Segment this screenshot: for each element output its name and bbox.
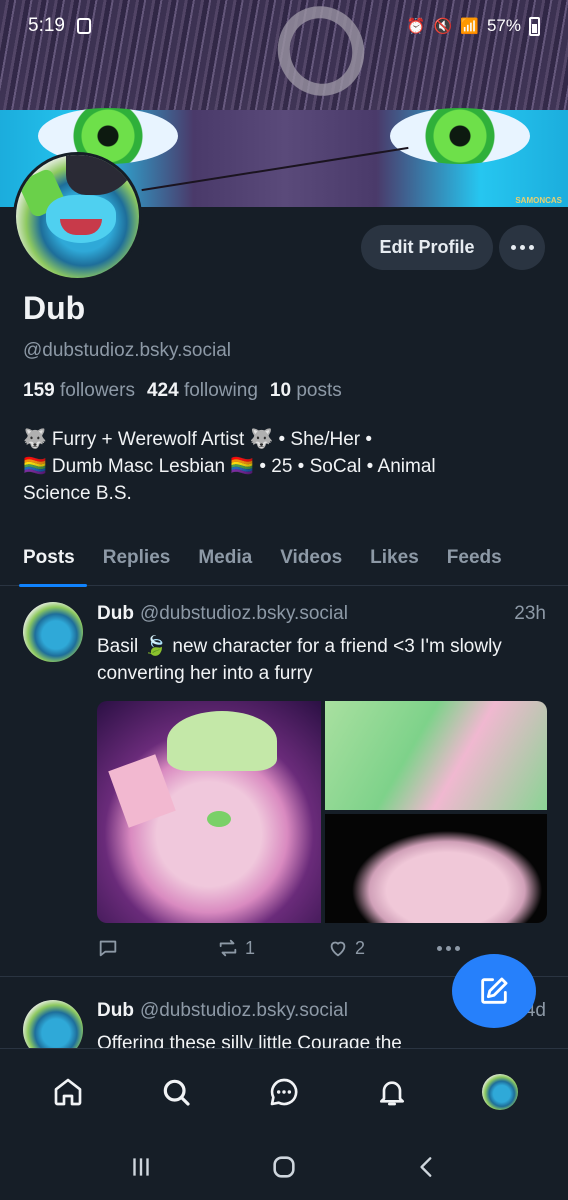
following-link[interactable]: 424 following: [147, 380, 258, 402]
post-media-grid: [97, 701, 547, 923]
post-handle: @dubstudioz.bsky.social: [139, 603, 348, 624]
tab-posts[interactable]: Posts: [0, 530, 89, 587]
followers-count: 159: [23, 380, 55, 401]
bio-line: 🏳️‍🌈 Dumb Masc Lesbian 🏳️‍🌈 • 25 • SoCal…: [23, 456, 436, 477]
post-header: Dub @dubstudioz.bsky.social 23h: [97, 603, 546, 625]
nav-chat[interactable]: [254, 1062, 314, 1122]
post-avatar[interactable]: [23, 1000, 83, 1048]
more-dot: [455, 945, 460, 951]
signal-icon: 📶: [460, 18, 479, 35]
profile-handle: @dubstudioz.bsky.social: [23, 340, 231, 361]
nav-notifications[interactable]: [362, 1062, 422, 1122]
post-more-button[interactable]: [437, 945, 460, 951]
nav-search[interactable]: [146, 1062, 206, 1122]
repost-icon: [219, 939, 237, 957]
profile-bio: 🐺 Furry + Werewolf Artist 🐺 • She/Her • …: [23, 426, 543, 507]
post-text: Basil 🍃 new character for a friend <3 I'…: [97, 636, 502, 684]
post-timestamp: 23h: [514, 603, 546, 624]
bell-icon: [380, 1080, 404, 1105]
feed-post[interactable]: Dub @dubstudioz.bsky.social 23h Basil 🍃 …: [0, 587, 568, 977]
repost-button[interactable]: 1: [217, 937, 327, 959]
back-icon[interactable]: [414, 1154, 440, 1180]
system-navigation: [0, 1134, 568, 1200]
home-icon: [54, 1078, 82, 1105]
post-actions: 1 2: [97, 937, 477, 959]
posts-stat: 10 posts: [270, 380, 342, 402]
profile-name: Dub: [23, 290, 86, 326]
post-author[interactable]: Dub: [97, 603, 134, 625]
post-image-2[interactable]: [325, 701, 547, 810]
followers-link[interactable]: 159 followers: [23, 380, 135, 402]
battery-percent: 57%: [486, 16, 521, 35]
tab-likes[interactable]: Likes: [356, 530, 433, 586]
posts-count: 10: [269, 380, 292, 401]
more-options-button[interactable]: [499, 225, 545, 270]
more-dot: [437, 945, 442, 951]
followers-label: followers: [59, 380, 135, 401]
following-label: following: [183, 380, 258, 401]
post-image-1[interactable]: [97, 701, 321, 923]
post-media-column: [325, 701, 547, 923]
image-hair: [167, 711, 277, 771]
repost-count: 1: [245, 937, 256, 958]
avatar: [482, 1073, 518, 1110]
more-dot: [446, 945, 451, 951]
tab-replies[interactable]: Replies: [89, 530, 185, 586]
banner-eye-right: [390, 108, 530, 164]
image-eye: [207, 811, 231, 827]
tab-media[interactable]: Media: [184, 530, 266, 586]
following-count: 424: [146, 380, 179, 401]
post-text: Offering these silly little Courage the: [97, 1033, 402, 1048]
post-avatar[interactable]: [23, 602, 83, 662]
profile-avatar[interactable]: [13, 152, 142, 281]
post-author[interactable]: Dub: [97, 1000, 134, 1022]
alarm-icon: ⏰: [406, 18, 426, 35]
heart-icon: [330, 941, 346, 957]
more-dot: [510, 245, 516, 250]
nav-home[interactable]: [38, 1062, 98, 1122]
compose-button[interactable]: [452, 954, 536, 1028]
posts-label: posts: [296, 380, 342, 401]
lock-icon: [76, 18, 91, 34]
search-icon: [163, 1079, 190, 1106]
bio-line: 🐺 Furry + Werewolf Artist 🐺 • She/Her •: [23, 429, 373, 450]
battery-icon: [529, 16, 540, 36]
pencil-square-icon: [481, 977, 508, 1004]
reply-icon: [99, 940, 117, 957]
status-right: ⏰ 🔇 📶 57%: [407, 16, 540, 36]
status-time: 5:19: [28, 15, 65, 36]
profile-stats: 159 followers 424 following 10 posts: [23, 380, 342, 402]
recents-icon[interactable]: [128, 1154, 154, 1180]
nav-profile[interactable]: [470, 1062, 530, 1122]
status-bar: 5:19 ⏰ 🔇 📶 57%: [0, 0, 568, 52]
bottom-navigation: [0, 1048, 568, 1134]
reply-button[interactable]: [97, 937, 217, 959]
bio-line: Science B.S.: [23, 483, 132, 504]
avatar-hair: [66, 155, 136, 195]
like-button[interactable]: 2: [327, 937, 437, 959]
tab-feeds[interactable]: Feeds: [433, 530, 516, 586]
tab-videos[interactable]: Videos: [266, 530, 356, 586]
more-dot: [528, 245, 534, 250]
image-ear: [108, 754, 176, 828]
mute-icon: 🔇: [433, 18, 453, 35]
home-button-icon[interactable]: [270, 1153, 298, 1181]
post-image-3[interactable]: [325, 814, 547, 923]
profile-tabs: Posts Replies Media Videos Likes Feeds: [0, 530, 568, 587]
chat-icon: [270, 1078, 298, 1105]
more-dot: [519, 245, 525, 250]
avatar-image: [16, 155, 139, 278]
like-count: 2: [355, 937, 366, 958]
banner-signature: SAMONCAS: [515, 196, 562, 205]
edit-profile-button[interactable]: Edit Profile: [361, 225, 493, 270]
post-handle: @dubstudioz.bsky.social: [139, 1000, 348, 1021]
